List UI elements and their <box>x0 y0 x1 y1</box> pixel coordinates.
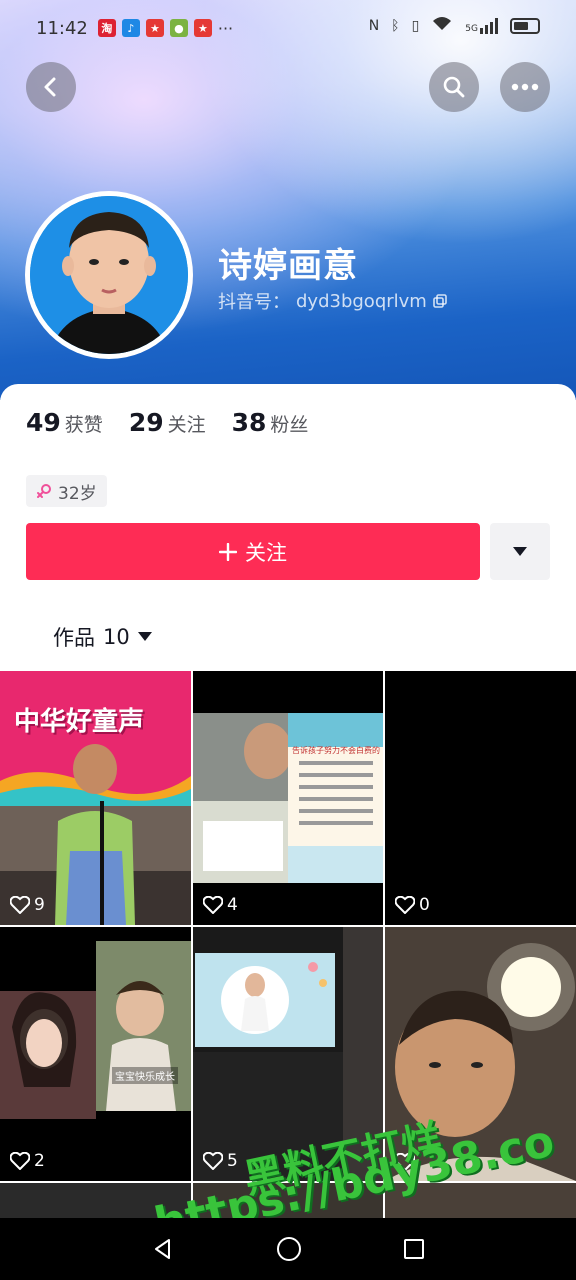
works-tab-label: 作品 <box>53 626 95 650</box>
wifi-icon <box>431 16 453 36</box>
search-icon <box>443 76 465 98</box>
more-notifications-icon: ··· <box>217 18 234 38</box>
douyin-id[interactable]: 抖音号： dyd3bgoqrlvm <box>218 288 447 314</box>
video-thumbnail[interactable]: 中华好童声 9 <box>0 671 191 925</box>
back-triangle-icon[interactable] <box>151 1237 175 1261</box>
app-notify-icon-2: ★ <box>193 19 212 37</box>
game-notify-icon: ● <box>169 19 188 37</box>
more-options-button[interactable] <box>500 62 550 112</box>
vibrate-icon: ▯ <box>411 18 420 34</box>
video-banner-title: 中华好童声 <box>14 707 145 737</box>
like-count: 5 <box>203 1151 238 1171</box>
cellular-signal-icon: 5G <box>465 18 498 34</box>
video-thumbnail[interactable]: 宝宝快乐成长 2 <box>0 927 191 1181</box>
back-button[interactable] <box>26 62 76 112</box>
heart-icon <box>395 896 415 914</box>
heart-icon <box>10 896 30 914</box>
home-circle-icon[interactable] <box>276 1236 302 1262</box>
copy-icon[interactable] <box>433 294 447 308</box>
avatar-image <box>30 196 188 354</box>
search-button[interactable] <box>429 62 479 112</box>
like-count: 2 <box>10 1151 45 1171</box>
recents-square-icon[interactable] <box>403 1238 425 1260</box>
douyin-id-value: dyd3bgoqrlvm <box>296 290 427 312</box>
douyin-id-label: 抖音号： <box>218 292 290 313</box>
stat-followers[interactable]: 38 粉丝 <box>232 408 309 437</box>
system-status: N ᛒ ▯ 5G <box>369 16 540 36</box>
caret-down-icon <box>513 546 527 556</box>
stat-following[interactable]: 29 关注 <box>129 408 206 437</box>
profile-stats: 49 获赞 29 关注 38 粉丝 <box>26 408 308 437</box>
taobao-icon: 淘 <box>97 19 116 37</box>
music-icon: ♪ <box>121 19 140 37</box>
heart-icon <box>10 1152 30 1170</box>
like-count: 9 <box>10 895 45 915</box>
follow-button-label: 关注 <box>245 540 287 565</box>
video-card-title: 告诉孩子努力不会白费的 <box>292 746 380 755</box>
female-icon <box>37 484 51 498</box>
status-bar: 11:42 淘 ♪ ★ ● ★ ··· N ᛒ ▯ 5G <box>0 0 576 56</box>
video-caption: 宝宝快乐成长 <box>112 1067 178 1084</box>
bluetooth-icon: ᛒ <box>391 18 400 34</box>
app-notify-icon: ★ <box>145 19 164 37</box>
tab-works[interactable]: 作品 10 <box>53 622 152 652</box>
plus-icon <box>219 542 237 561</box>
video-thumbnail[interactable]: 0 <box>385 671 576 925</box>
like-count: 0 <box>395 895 430 915</box>
battery-icon <box>510 18 540 34</box>
profile-nickname: 诗婷画意 <box>218 246 358 286</box>
like-count: 4 <box>203 895 238 915</box>
works-tab-count: 10 <box>103 625 130 649</box>
recommend-dropdown-button[interactable] <box>490 523 550 580</box>
more-dots-icon <box>511 83 539 91</box>
video-thumbnail[interactable]: 告诉孩子努力不会白费的 4 <box>193 671 383 925</box>
system-navigation-bar <box>0 1218 576 1280</box>
status-time: 11:42 <box>36 17 88 39</box>
avatar[interactable] <box>25 191 193 359</box>
chevron-left-icon <box>44 77 56 97</box>
nfc-icon: N <box>368 18 380 34</box>
notification-icons: 淘 ♪ ★ ● ★ ··· <box>97 18 234 38</box>
stat-likes[interactable]: 49 获赞 <box>26 408 103 437</box>
age-text: 32岁 <box>58 483 97 504</box>
follow-button[interactable]: 关注 <box>26 523 480 580</box>
heart-icon <box>203 1152 223 1170</box>
caret-down-icon <box>137 632 152 641</box>
heart-icon <box>203 896 223 914</box>
age-gender-tag: 32岁 <box>26 475 107 507</box>
